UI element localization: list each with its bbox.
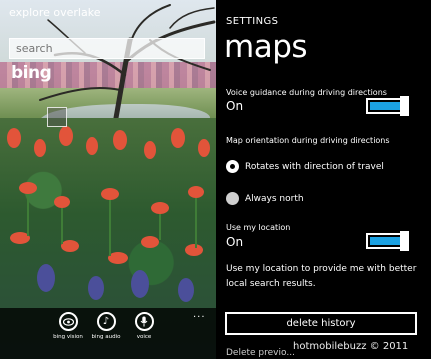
voice-guidance-value: On <box>226 99 244 113</box>
map-orientation-label: Map orientation during driving direction… <box>226 136 390 145</box>
bing-vision-label: bing vision <box>53 334 83 340</box>
bing-logo: bing <box>11 63 52 83</box>
maps-settings-screen: SETTINGS maps Voice guidance during driv… <box>216 0 431 359</box>
voice-guidance-toggle[interactable] <box>366 96 409 116</box>
bing-audio-button[interactable]: ♪ bing audio <box>86 312 126 340</box>
toggle-fill <box>370 102 400 110</box>
voice-guidance-label: Voice guidance during driving directions <box>226 88 387 97</box>
cutoff-description: Delete previo... <box>226 348 295 358</box>
toggle-thumb[interactable] <box>400 96 409 116</box>
voice-button[interactable]: voice <box>124 312 164 340</box>
more-options-button[interactable]: ... <box>193 309 206 320</box>
use-location-toggle[interactable] <box>366 231 409 251</box>
eye-icon <box>58 312 78 331</box>
orientation-option-label: Always north <box>245 193 304 204</box>
bing-home-screen: explore overlake bing bing vision ♪ bing… <box>0 0 216 359</box>
use-location-label: Use my location <box>226 223 291 232</box>
background-tulips <box>7 126 210 302</box>
toggle-fill <box>370 237 400 245</box>
page-title: maps <box>224 29 308 65</box>
radio-selected-icon[interactable] <box>226 160 239 173</box>
bing-audio-label: bing audio <box>91 334 121 340</box>
settings-header: SETTINGS <box>226 16 279 27</box>
music-note-icon: ♪ <box>96 312 116 331</box>
voice-label: voice <box>136 334 152 340</box>
delete-history-button[interactable]: delete history <box>225 312 417 335</box>
app-title: explore overlake <box>9 6 101 19</box>
location-description: Use my location to provide me with bette… <box>226 264 417 289</box>
image-hotspot[interactable] <box>47 107 67 127</box>
watermark: hotmobilebuzz © 2011 <box>290 341 412 352</box>
search-input[interactable] <box>9 38 205 59</box>
microphone-icon <box>134 312 154 331</box>
orientation-option-label: Rotates with direction of travel <box>245 161 384 172</box>
orientation-option-rotate[interactable]: Rotates with direction of travel <box>226 160 384 173</box>
use-location-value: On <box>226 235 244 249</box>
bing-vision-button[interactable]: bing vision <box>48 312 88 340</box>
toggle-thumb[interactable] <box>400 231 409 251</box>
radio-unselected-icon[interactable] <box>226 192 239 205</box>
orientation-option-north[interactable]: Always north <box>226 192 304 205</box>
